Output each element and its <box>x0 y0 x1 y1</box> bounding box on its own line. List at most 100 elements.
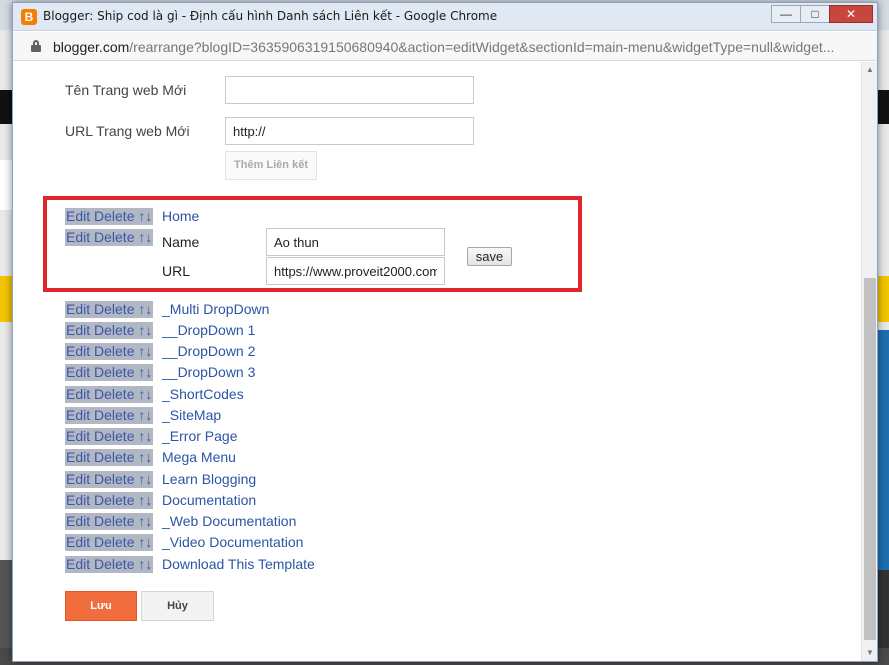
link-title[interactable]: __DropDown 1 <box>162 322 255 339</box>
link-title[interactable]: __DropDown 3 <box>162 364 255 381</box>
huy-cancel-button[interactable]: Hủy <box>141 591 214 621</box>
move-down-icon[interactable]: ↓ <box>145 449 152 465</box>
delete-link[interactable]: Delete <box>94 208 134 224</box>
edit-link[interactable]: Edit <box>66 449 90 465</box>
move-down-icon[interactable]: ↓ <box>145 407 152 423</box>
move-down-icon[interactable]: ↓ <box>145 513 152 529</box>
link-title[interactable]: Home <box>162 208 199 225</box>
edit-link[interactable]: Edit <box>66 386 90 402</box>
link-row: Edit Delete ↑↓ _Web Documentation <box>65 513 296 531</box>
url-path: /rearrange?blogID=3635906319150680940&ac… <box>129 39 835 55</box>
link-actions: Edit Delete ↑↓ <box>65 492 154 509</box>
link-title[interactable]: _ShortCodes <box>162 386 244 403</box>
title-bar: B Blogger: Ship cod là gì - Định cấu hìn… <box>13 3 877 31</box>
scroll-up-arrow-icon[interactable]: ▲ <box>862 62 878 78</box>
link-row: Edit Delete ↑↓ __DropDown 1 <box>65 322 255 340</box>
edit-link[interactable]: Edit <box>66 301 90 317</box>
scrollbar[interactable]: ▲ ▼ <box>861 62 877 661</box>
lock-icon <box>31 40 41 52</box>
move-down-icon[interactable]: ↓ <box>145 208 152 224</box>
link-actions: Edit Delete ↑↓ <box>65 343 154 360</box>
delete-link[interactable]: Delete <box>94 407 134 423</box>
edit-link[interactable]: Edit <box>66 428 90 444</box>
delete-link[interactable]: Delete <box>94 471 134 487</box>
minimize-button[interactable]: — <box>771 5 801 23</box>
scroll-thumb[interactable] <box>864 278 876 640</box>
link-title[interactable]: _Video Documentation <box>162 534 303 551</box>
maximize-button[interactable]: □ <box>800 5 830 23</box>
delete-link[interactable]: Delete <box>94 229 134 245</box>
move-down-icon[interactable]: ↓ <box>145 343 152 359</box>
edit-link[interactable]: Edit <box>66 343 90 359</box>
link-actions: Edit Delete ↑↓ <box>65 407 154 424</box>
move-down-icon[interactable]: ↓ <box>145 428 152 444</box>
edit-name-label: Name <box>162 234 200 250</box>
move-down-icon[interactable]: ↓ <box>145 301 152 317</box>
move-down-icon[interactable]: ↓ <box>145 386 152 402</box>
link-actions: Edit Delete ↑↓ <box>65 208 154 225</box>
move-down-icon[interactable]: ↓ <box>145 556 152 572</box>
url-text[interactable]: blogger.com/rearrange?blogID=36359063191… <box>53 39 863 55</box>
link-actions: Edit Delete ↑↓ <box>65 471 154 488</box>
delete-link[interactable]: Delete <box>94 386 134 402</box>
move-down-icon[interactable]: ↓ <box>145 364 152 380</box>
link-title[interactable]: Download This Template <box>162 556 315 573</box>
window-title: Blogger: Ship cod là gì - Định cấu hình … <box>43 9 498 23</box>
edit-name-input[interactable] <box>266 228 445 256</box>
scroll-down-arrow-icon[interactable]: ▼ <box>862 645 878 661</box>
link-title[interactable]: _Error Page <box>162 428 237 445</box>
link-row: Edit Delete ↑↓ __DropDown 3 <box>65 364 255 382</box>
move-down-icon[interactable]: ↓ <box>145 471 152 487</box>
delete-link[interactable]: Delete <box>94 322 134 338</box>
delete-link[interactable]: Delete <box>94 364 134 380</box>
add-link-button[interactable]: Thêm Liên kết <box>225 151 317 180</box>
delete-link[interactable]: Delete <box>94 513 134 529</box>
edit-url-input[interactable] <box>266 257 445 285</box>
edit-link[interactable]: Edit <box>66 471 90 487</box>
luu-save-button[interactable]: Lưu <box>65 591 137 621</box>
link-actions: Edit Delete ↑↓ <box>65 428 154 445</box>
move-down-icon[interactable]: ↓ <box>145 322 152 338</box>
link-row: Edit Delete ↑↓ Home <box>65 208 199 226</box>
move-down-icon[interactable]: ↓ <box>145 492 152 508</box>
blogger-icon: B <box>21 9 37 25</box>
close-button[interactable]: ✕ <box>829 5 873 23</box>
link-title[interactable]: _SiteMap <box>162 407 221 424</box>
address-bar[interactable]: blogger.com/rearrange?blogID=36359063191… <box>13 32 877 61</box>
link-title[interactable]: Mega Menu <box>162 449 236 466</box>
edit-link[interactable]: Edit <box>66 407 90 423</box>
link-title[interactable]: Documentation <box>162 492 256 509</box>
delete-link[interactable]: Delete <box>94 534 134 550</box>
link-row: Edit Delete ↑↓ __DropDown 2 <box>65 343 255 361</box>
delete-link[interactable]: Delete <box>94 301 134 317</box>
delete-link[interactable]: Delete <box>94 343 134 359</box>
delete-link[interactable]: Delete <box>94 556 134 572</box>
delete-link[interactable]: Delete <box>94 449 134 465</box>
link-title[interactable]: _Web Documentation <box>162 513 296 530</box>
link-actions: Edit Delete ↑↓ <box>65 364 154 381</box>
link-actions: Edit Delete ↑↓ <box>65 513 154 530</box>
edit-link[interactable]: Edit <box>66 364 90 380</box>
edit-link[interactable]: Edit <box>66 229 90 245</box>
new-site-url-input[interactable] <box>225 117 474 145</box>
edit-link[interactable]: Edit <box>66 322 90 338</box>
link-row: Edit Delete ↑↓ <box>65 229 154 247</box>
delete-link[interactable]: Delete <box>94 428 134 444</box>
move-down-icon[interactable]: ↓ <box>145 534 152 550</box>
delete-link[interactable]: Delete <box>94 492 134 508</box>
save-button[interactable]: save <box>467 247 512 266</box>
edit-link[interactable]: Edit <box>66 208 90 224</box>
link-actions: Edit Delete ↑↓ <box>65 322 154 339</box>
link-title[interactable]: _Multi DropDown <box>162 301 269 318</box>
link-title[interactable]: Learn Blogging <box>162 471 256 488</box>
new-site-name-input[interactable] <box>225 76 474 104</box>
edit-link[interactable]: Edit <box>66 556 90 572</box>
edit-link[interactable]: Edit <box>66 492 90 508</box>
link-title[interactable]: __DropDown 2 <box>162 343 255 360</box>
link-row: Edit Delete ↑↓ _SiteMap <box>65 407 221 425</box>
link-row: Edit Delete ↑↓ Download This Template <box>65 556 315 574</box>
move-down-icon[interactable]: ↓ <box>145 229 152 245</box>
url-host: blogger.com <box>53 39 130 55</box>
edit-link[interactable]: Edit <box>66 534 90 550</box>
edit-link[interactable]: Edit <box>66 513 90 529</box>
